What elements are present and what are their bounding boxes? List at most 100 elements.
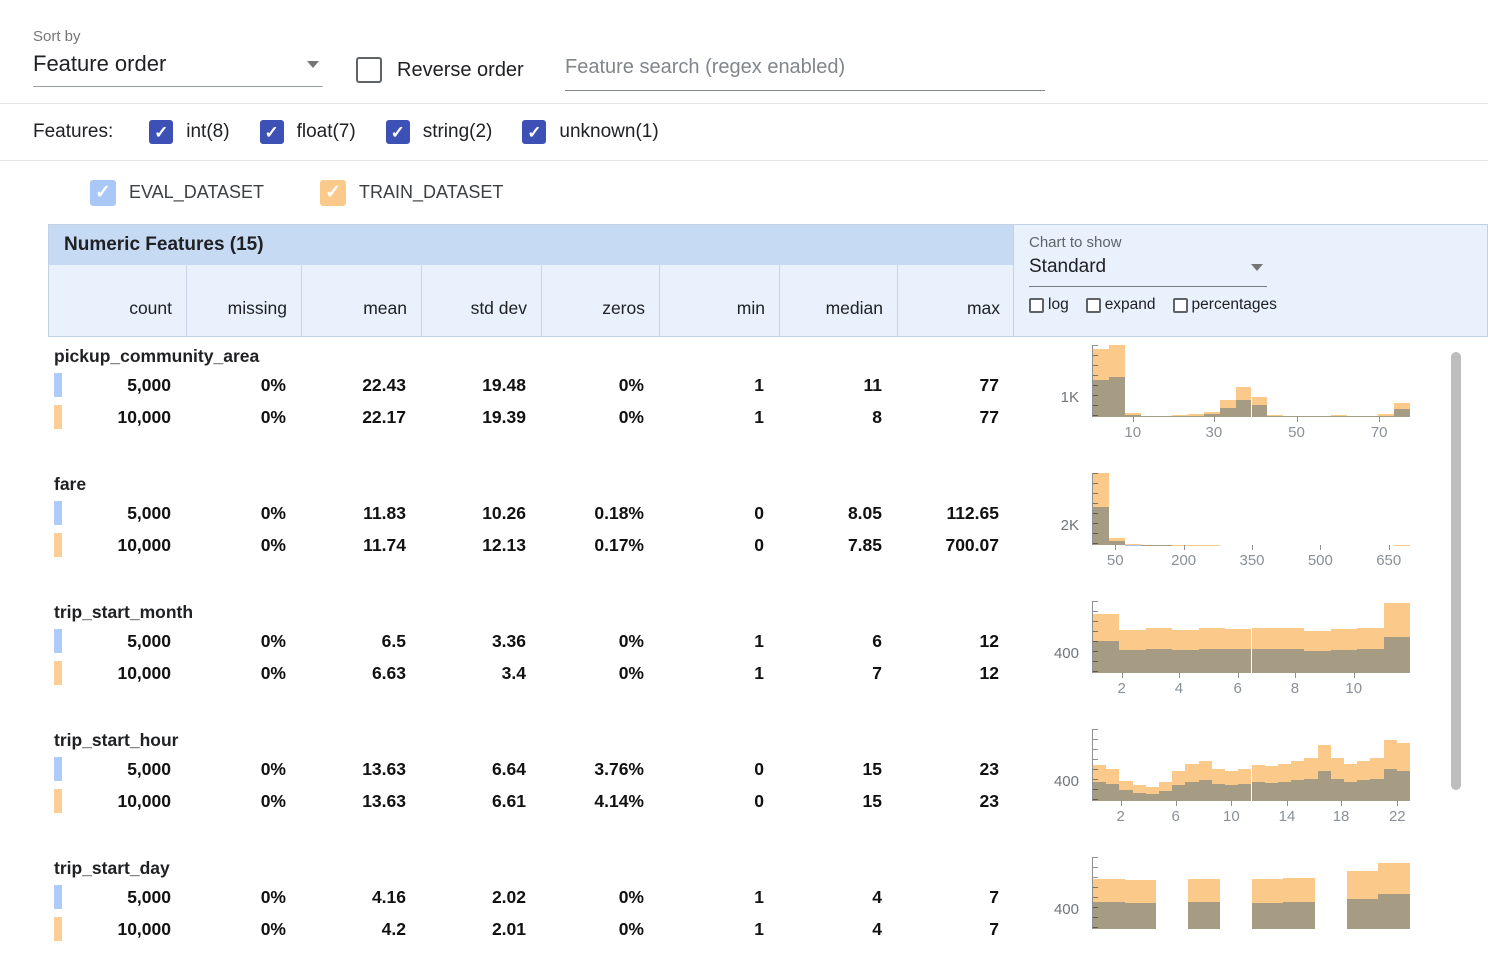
stat-value: 11	[778, 369, 896, 401]
feature-type-checkbox[interactable]: ✓	[260, 120, 284, 144]
stat-value: 8	[778, 401, 896, 433]
x-axis: 50200350500650	[1093, 545, 1411, 569]
stat-value: 7	[896, 881, 1013, 913]
feature-histogram: 400246810	[1013, 593, 1488, 721]
feature-name: trip_start_hour	[48, 727, 1013, 753]
percentages-checkbox[interactable]	[1173, 298, 1188, 313]
feature-row: trip_start_day5,0000%4.162.020%14710,000…	[48, 849, 1488, 968]
histogram-bar-eval	[1278, 782, 1291, 801]
column-header: std dev	[421, 265, 541, 336]
sort-by-dropdown[interactable]: Feature order	[33, 51, 323, 87]
chart-toggle-percentages[interactable]: percentages	[1173, 296, 1277, 314]
histogram-bar-eval	[1318, 771, 1331, 801]
x-axis-tick-label: 2	[1117, 680, 1125, 697]
chart-toggle-expand[interactable]: expand	[1086, 296, 1156, 314]
stat-value: 10,000	[48, 913, 185, 945]
feature-histogram: 4002610141822	[1013, 721, 1488, 849]
chart-type-dropdown[interactable]: Standard	[1029, 256, 1267, 287]
log-checkbox[interactable]	[1029, 298, 1044, 313]
feature-type-filter[interactable]: ✓unknown(1)	[522, 120, 658, 144]
x-axis-tick-label: 50	[1288, 424, 1305, 441]
dataset-swatch	[54, 373, 62, 397]
x-axis-tick	[1389, 545, 1390, 550]
dataset-checkbox-train[interactable]: ✓	[320, 180, 346, 206]
check-icon: ✓	[264, 124, 278, 141]
x-axis-tick	[1176, 801, 1177, 806]
x-axis-tick-label: 6	[1234, 680, 1242, 697]
chart-toggle-label: percentages	[1192, 296, 1277, 314]
stat-value: 112.65	[896, 497, 1013, 529]
x-axis-tick-label: 50	[1107, 552, 1124, 569]
histogram-bar-eval	[1119, 650, 1145, 673]
feature-type-checkbox[interactable]: ✓	[386, 120, 410, 144]
feature-row: pickup_community_area5,0000%22.4319.480%…	[48, 337, 1488, 465]
stat-value: 22.17	[300, 401, 420, 433]
chart-toggle-log[interactable]: log	[1029, 296, 1069, 314]
histogram-bar-eval	[1378, 894, 1410, 929]
reverse-order-checkbox[interactable]	[356, 57, 382, 83]
dataset-toggle-train[interactable]: ✓TRAIN_DATASET	[320, 180, 503, 206]
dataset-checkbox-eval[interactable]: ✓	[90, 180, 116, 206]
histogram-bar-eval	[1093, 641, 1119, 673]
feature-stats: trip_start_hour5,0000%13.636.643.76%0152…	[48, 721, 1013, 849]
stat-value: 5,000	[48, 881, 185, 913]
table-header-left: Numeric Features (15) countmissingmeanst…	[48, 224, 1013, 337]
stat-value: 10,000	[48, 657, 185, 689]
reverse-order-control[interactable]: Reverse order	[356, 57, 524, 83]
expand-checkbox[interactable]	[1086, 298, 1101, 313]
x-axis: 2610141822	[1093, 801, 1411, 825]
stat-value: 0%	[540, 913, 658, 945]
stat-value: 7.85	[778, 529, 896, 561]
histogram-bar-eval	[1394, 409, 1410, 417]
stats-row: 5,0000%11.8310.260.18%08.05112.65	[48, 497, 1013, 529]
x-axis-tick	[1121, 801, 1122, 806]
dataset-swatch	[54, 533, 62, 557]
histogram-bar-eval	[1125, 903, 1157, 929]
y-axis-label: 1K	[1013, 389, 1079, 406]
feature-type-checkbox[interactable]: ✓	[149, 120, 173, 144]
histogram-bar-eval	[1225, 649, 1251, 673]
stat-value: 10.26	[420, 497, 540, 529]
column-header-row: countmissingmeanstd devzerosminmedianmax	[49, 265, 1013, 336]
stat-value: 1	[658, 881, 778, 913]
stat-value: 0%	[540, 369, 658, 401]
feature-type-label: int(8)	[186, 121, 229, 143]
x-axis-tick-label: 4	[1175, 680, 1183, 697]
stats-row: 10,0000%22.1719.390%1877	[48, 401, 1013, 433]
x-axis-tick	[1179, 673, 1180, 678]
column-header: zeros	[541, 265, 659, 336]
stat-value: 10,000	[48, 401, 185, 433]
stats-row: 10,0000%11.7412.130.17%07.85700.07	[48, 529, 1013, 561]
feature-type-filter[interactable]: ✓string(2)	[386, 120, 493, 144]
histogram-bar-eval	[1093, 902, 1125, 929]
numeric-features-table: Numeric Features (15) countmissingmeanst…	[48, 224, 1488, 968]
feature-type-checkbox[interactable]: ✓	[522, 120, 546, 144]
x-axis-tick	[1320, 545, 1321, 550]
feature-histogram: 2K50200350500650	[1013, 465, 1488, 593]
x-axis-tick-label: 6	[1172, 808, 1180, 825]
dataset-toggle-eval[interactable]: ✓EVAL_DATASET	[90, 180, 264, 206]
stat-value: 15	[778, 753, 896, 785]
feature-type-filter[interactable]: ✓float(7)	[260, 120, 356, 144]
stat-value: 0	[658, 785, 778, 817]
histogram-bar-eval	[1331, 650, 1357, 673]
reverse-order-label: Reverse order	[397, 59, 524, 82]
stat-value: 0%	[185, 785, 300, 817]
x-axis-tick-label: 8	[1291, 680, 1299, 697]
histogram-bar-eval	[1344, 782, 1357, 801]
x-axis-tick-label: 70	[1371, 424, 1388, 441]
sort-by-label: Sort by	[33, 28, 323, 45]
column-header: missing	[186, 265, 301, 336]
x-axis-tick	[1214, 417, 1215, 422]
column-header: max	[897, 265, 1014, 336]
feature-search-input[interactable]: Feature search (regex enabled)	[565, 56, 1045, 91]
vertical-scrollbar-thumb[interactable]	[1451, 352, 1461, 790]
dataset-swatch	[54, 501, 62, 525]
stat-value: 4	[778, 913, 896, 945]
dataset-legend: ✓EVAL_DATASET ✓TRAIN_DATASET	[0, 161, 1488, 224]
histogram-bar-eval	[1185, 782, 1198, 801]
feature-type-filter[interactable]: ✓ int(8)	[149, 120, 229, 144]
stats-row: 10,0000%6.633.40%1712	[48, 657, 1013, 689]
x-axis-tick-label: 200	[1171, 552, 1196, 569]
stat-value: 700.07	[896, 529, 1013, 561]
